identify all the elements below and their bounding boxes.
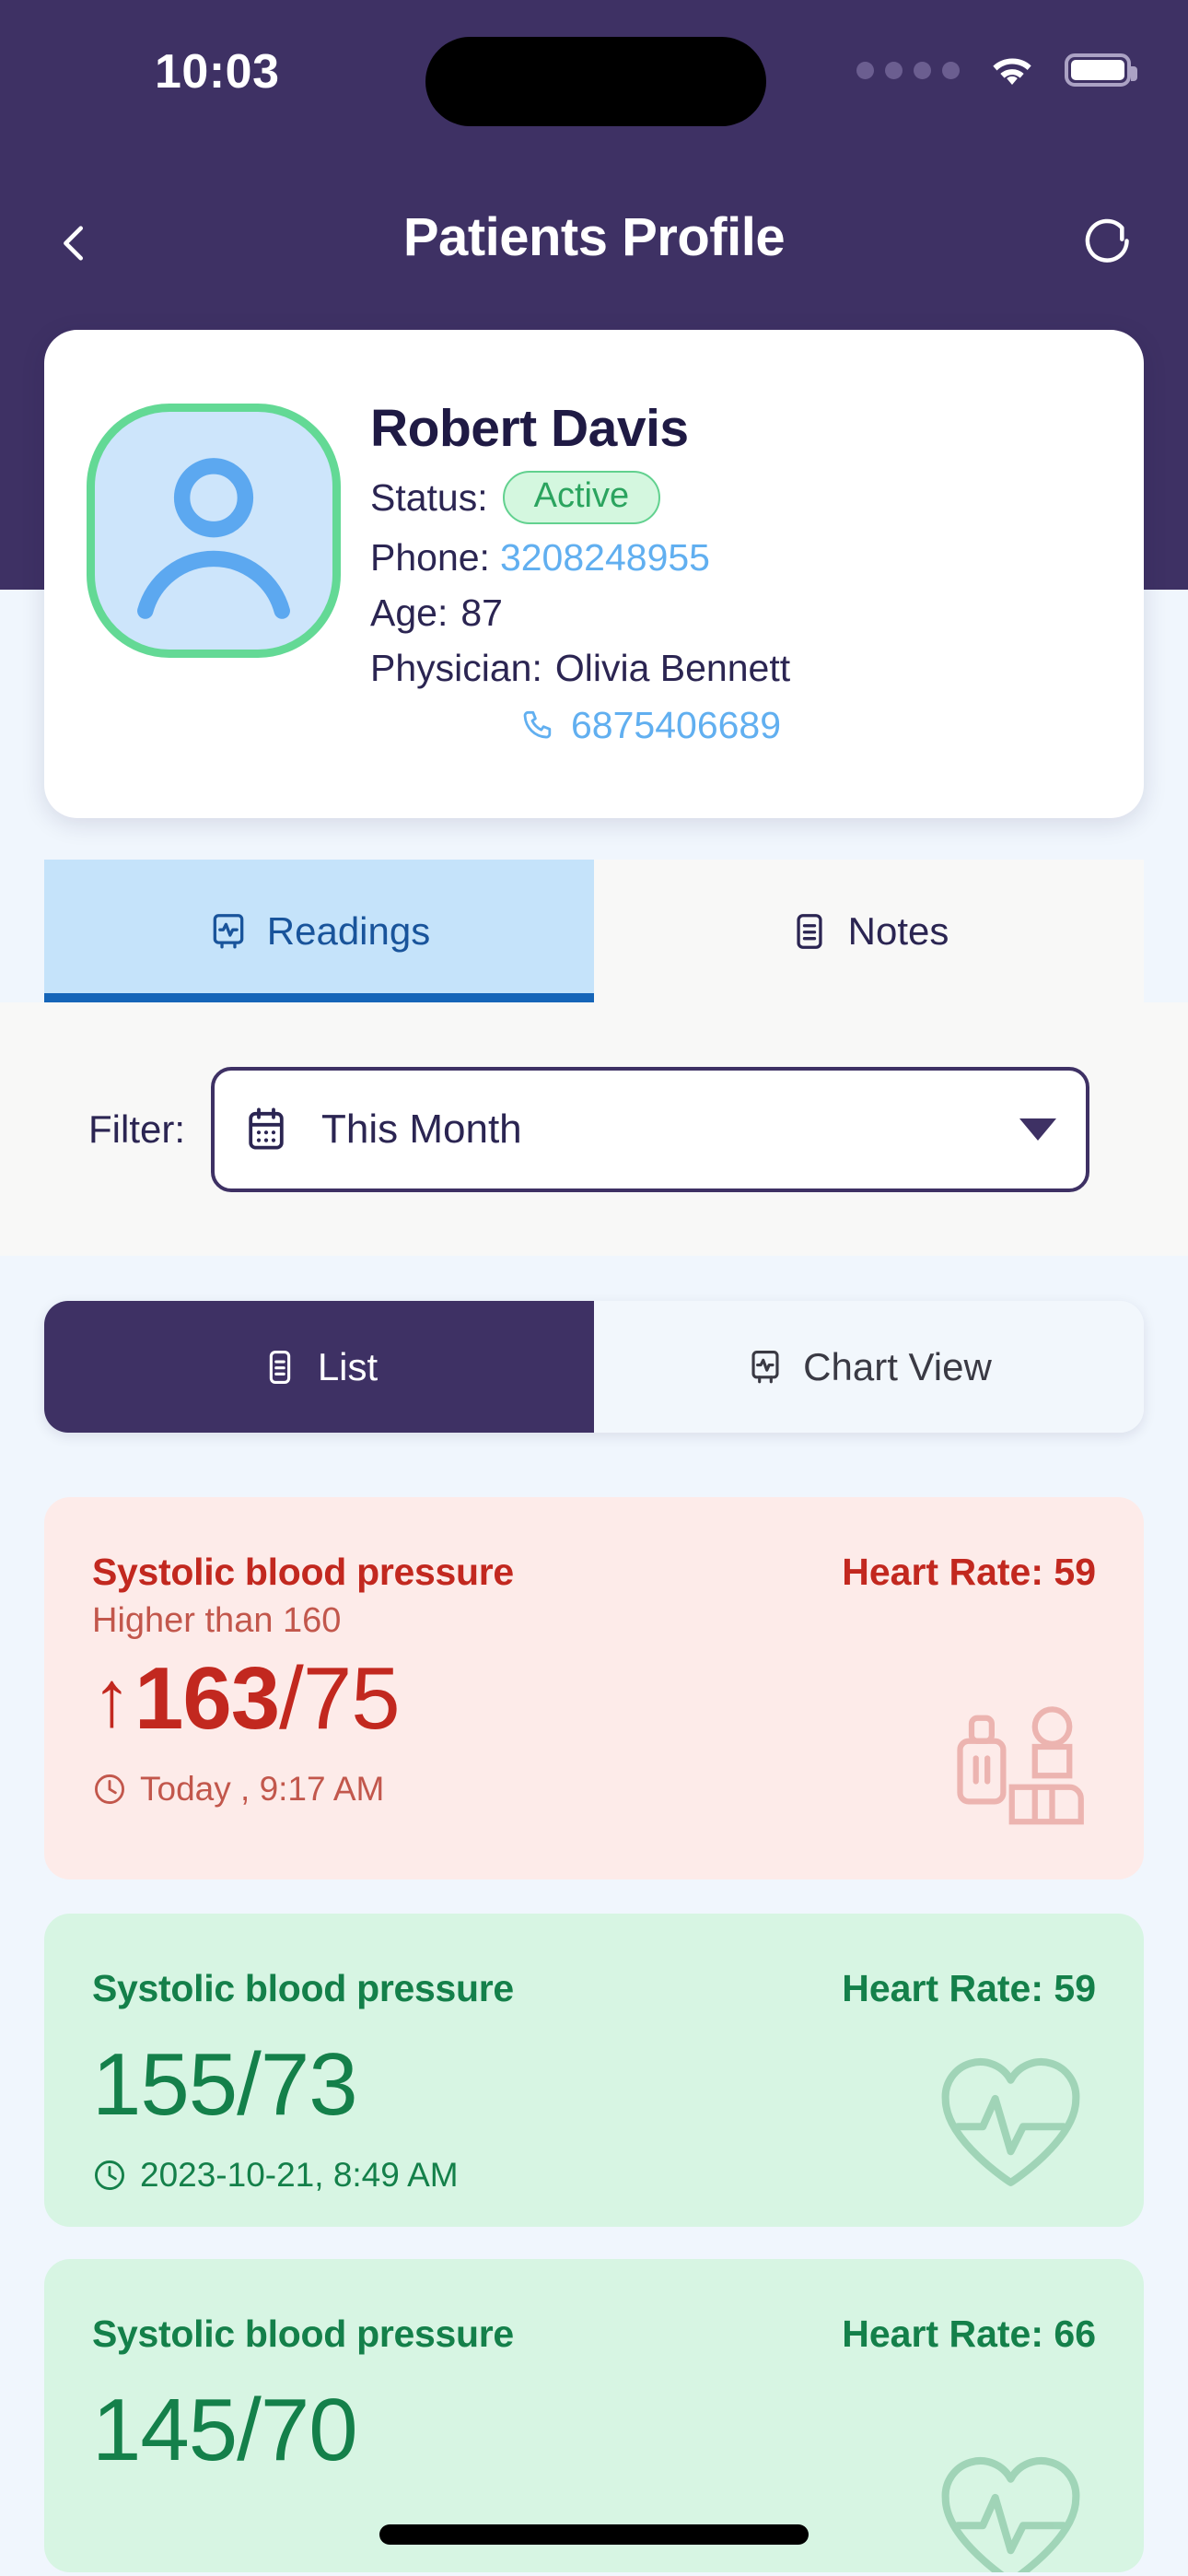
reading-systolic: 163 bbox=[134, 1649, 280, 1748]
age-label: Age: bbox=[370, 591, 448, 635]
view-mode-toggle: List Chart View bbox=[44, 1301, 1144, 1433]
clock-icon bbox=[95, 1774, 124, 1804]
reading-timestamp: 2023-10-21, 8:49 AM bbox=[140, 2156, 459, 2194]
patient-name: Robert Davis bbox=[370, 399, 689, 458]
avatar bbox=[87, 404, 341, 658]
monitor-pulse-icon bbox=[751, 1350, 779, 1383]
patient-age-row: Age: 87 bbox=[370, 591, 790, 635]
patient-physician-row: Physician: Olivia Bennett bbox=[370, 647, 790, 690]
status-bar-indicators bbox=[856, 52, 1137, 88]
reading-diastolic: 75 bbox=[302, 1649, 401, 1748]
page-title: Patients Profile bbox=[402, 207, 786, 267]
refresh-icon bbox=[1085, 218, 1129, 263]
filter-label: Filter: bbox=[88, 1107, 185, 1151]
signal-dots-icon bbox=[856, 61, 960, 79]
reading-heart-rate: Heart Rate: 59 bbox=[842, 1967, 1096, 2009]
dynamic-island bbox=[425, 37, 766, 126]
reading-timestamp-row: Today , 9:17 AM bbox=[44, 1770, 1144, 1809]
view-toggle-chart-label: Chart View bbox=[803, 1344, 992, 1388]
status-bar-time: 10:03 bbox=[155, 45, 280, 99]
chevron-down-icon bbox=[1019, 1118, 1056, 1141]
reading-card[interactable]: Systolic blood pressure Heart Rate: 59 H… bbox=[44, 1497, 1144, 1879]
reading-timestamp-row: 2023-10-21, 8:49 AM bbox=[44, 2156, 1144, 2195]
reading-card-header: Systolic blood pressure Heart Rate: 66 bbox=[44, 2259, 1144, 2356]
reading-card-header: Systolic blood pressure Heart Rate: 59 bbox=[44, 1914, 1144, 2010]
filter-select[interactable]: This Month bbox=[211, 1066, 1089, 1192]
note-list-icon bbox=[797, 913, 822, 949]
view-toggle-list-label: List bbox=[317, 1344, 379, 1388]
filter-selected-value: This Month bbox=[321, 1106, 522, 1152]
reading-diastolic: 73 bbox=[260, 2035, 358, 2134]
patient-info-card: Robert Davis Status: Active Phone: 32082… bbox=[44, 330, 1144, 818]
reading-diastolic: 70 bbox=[260, 2381, 358, 2479]
reading-value: 155 / 73 bbox=[44, 2034, 1144, 2136]
reading-value: ↑ 163 / 75 bbox=[44, 1648, 1144, 1750]
tab-notes-label: Notes bbox=[847, 908, 949, 953]
reading-value: 145 / 70 bbox=[44, 2380, 1144, 2481]
reading-subtitle: Higher than 160 bbox=[92, 1601, 342, 1640]
reading-card[interactable]: Systolic blood pressure Heart Rate: 59 1… bbox=[44, 1914, 1144, 2227]
physician-phone-row[interactable]: 6875406689 bbox=[518, 704, 790, 747]
reading-separator: / bbox=[237, 2381, 262, 2479]
wifi-icon bbox=[993, 58, 1031, 85]
user-avatar-icon bbox=[137, 458, 290, 619]
status-bar: 10:03 bbox=[0, 0, 1188, 138]
patient-details: Robert Davis Status: Active Phone: 32082… bbox=[370, 378, 790, 818]
nav-row: Patients Profile bbox=[0, 193, 1188, 295]
patient-age-value: 87 bbox=[460, 591, 503, 635]
view-toggle-chart[interactable]: Chart View bbox=[594, 1301, 1144, 1433]
filter-bar: Filter: This Month bbox=[0, 1002, 1188, 1256]
tab-readings[interactable]: Readings bbox=[44, 860, 594, 1002]
reading-systolic: 145 bbox=[92, 2381, 238, 2479]
list-icon bbox=[269, 1350, 291, 1384]
status-badge: Active bbox=[502, 471, 661, 525]
physician-name: Olivia Bennett bbox=[554, 647, 791, 690]
reading-systolic: 155 bbox=[92, 2035, 238, 2134]
reading-title: Systolic blood pressure bbox=[92, 2313, 514, 2355]
patient-phone-row: Phone: 3208248955 bbox=[370, 536, 790, 580]
calendar-icon bbox=[249, 1107, 284, 1149]
reading-separator: / bbox=[279, 1649, 304, 1748]
tab-notes[interactable]: Notes bbox=[594, 860, 1144, 1002]
section-tabs: Readings Notes bbox=[44, 860, 1144, 1002]
battery-full-icon bbox=[1065, 53, 1137, 87]
refresh-button[interactable] bbox=[1068, 201, 1153, 286]
reading-card-header: Systolic blood pressure Heart Rate: 59 bbox=[44, 1497, 1144, 1594]
phone-icon bbox=[523, 710, 552, 739]
clock-icon bbox=[95, 2160, 124, 2190]
reading-title: Systolic blood pressure bbox=[92, 1551, 514, 1593]
monitor-pulse-icon bbox=[213, 913, 244, 949]
physician-phone-value[interactable]: 6875406689 bbox=[571, 704, 781, 747]
status-label: Status: bbox=[370, 475, 488, 519]
reading-heart-rate: Heart Rate: 59 bbox=[842, 1551, 1096, 1593]
reading-separator: / bbox=[237, 2035, 262, 2134]
trend-up-icon: ↑ bbox=[92, 1654, 132, 1743]
view-toggle-list[interactable]: List bbox=[44, 1301, 594, 1433]
reading-heart-rate: Heart Rate: 66 bbox=[842, 2313, 1096, 2355]
physician-label: Physician: bbox=[370, 647, 542, 690]
phone-label: Phone: bbox=[370, 536, 490, 580]
reading-title: Systolic blood pressure bbox=[92, 1967, 514, 2009]
home-indicator bbox=[379, 2524, 809, 2545]
patient-phone-value[interactable]: 3208248955 bbox=[500, 536, 710, 580]
tab-readings-label: Readings bbox=[266, 908, 431, 953]
patient-status-row: Status: Active bbox=[370, 471, 790, 525]
reading-timestamp: Today , 9:17 AM bbox=[140, 1770, 385, 1808]
